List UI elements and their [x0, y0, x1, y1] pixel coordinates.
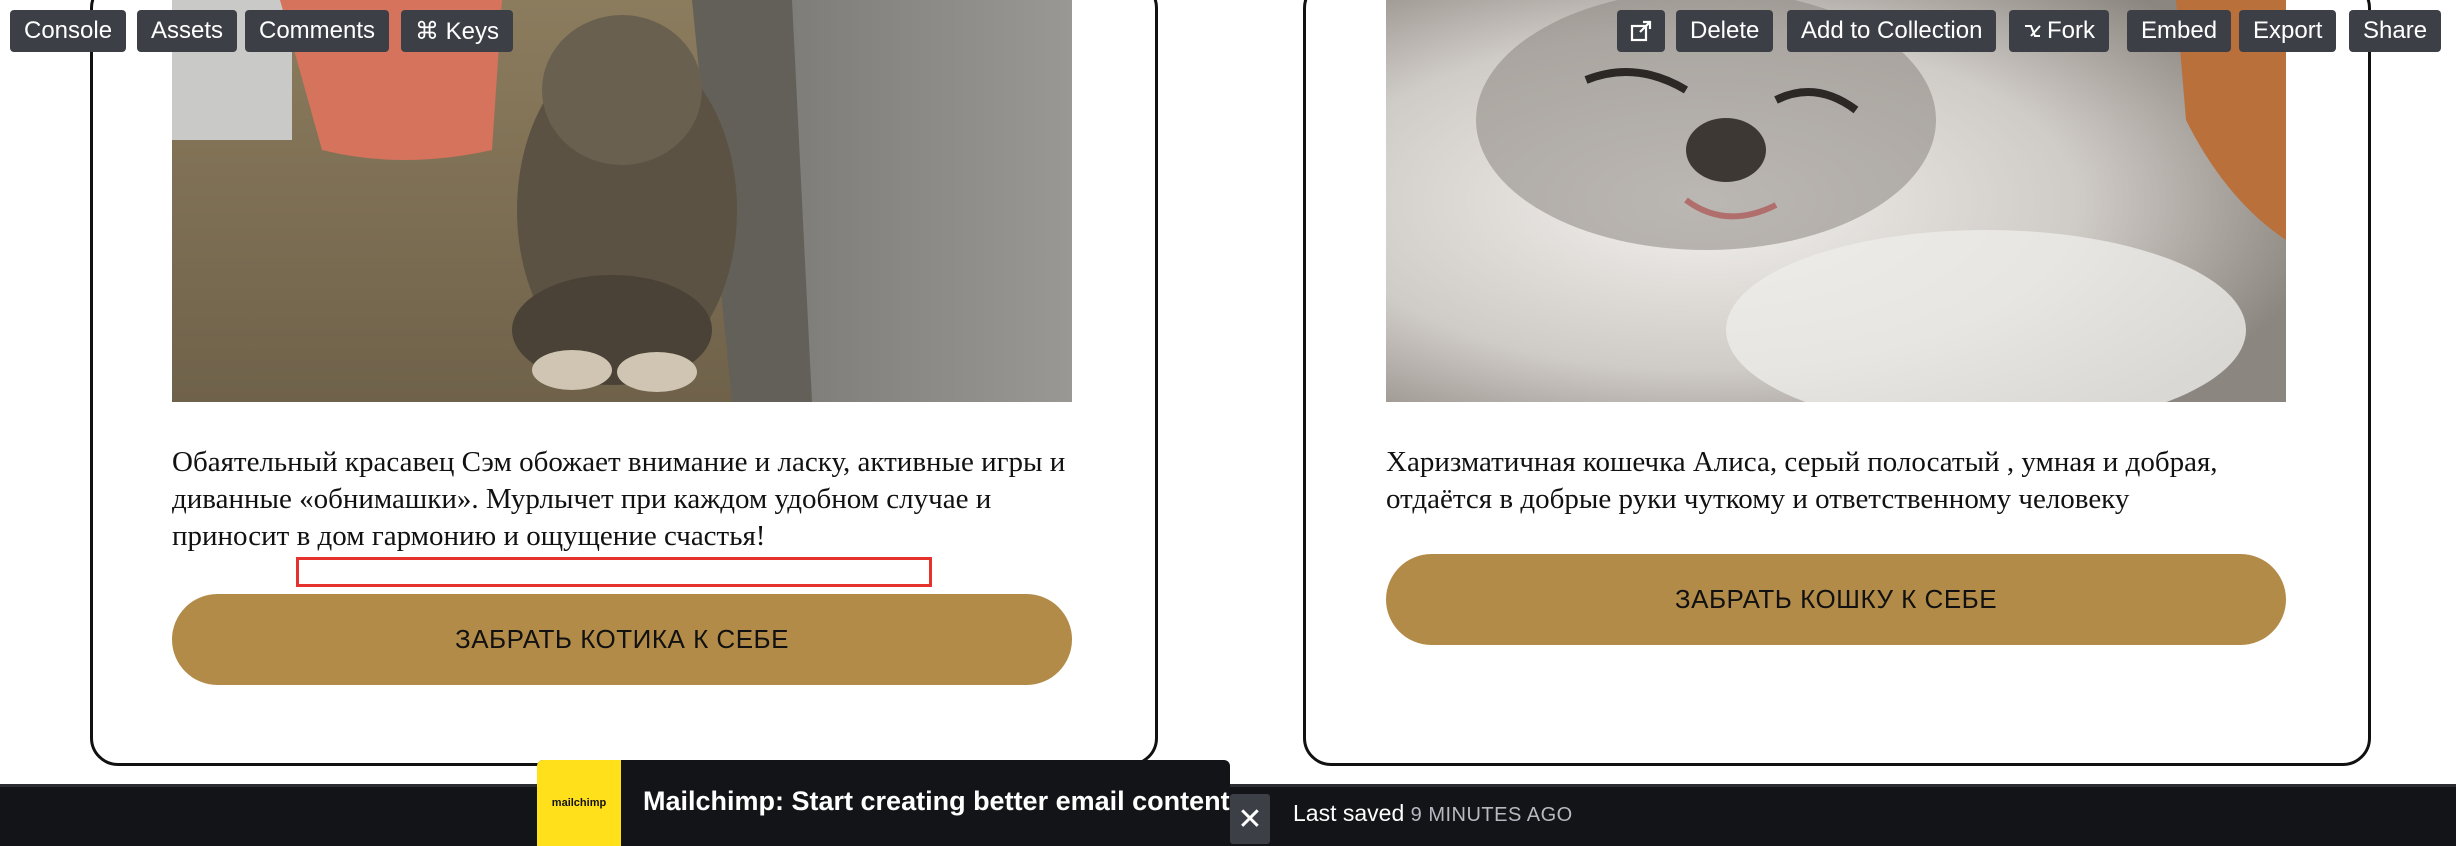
add-to-collection-button[interactable]: Add to Collection — [1787, 10, 1997, 52]
last-saved-status: Last saved 9 MINUTES AGO — [1293, 800, 1573, 827]
kitten-description-alisa: Харизматичная кошечка Алиса, серый полос… — [1386, 446, 2218, 515]
external-link-icon — [1630, 20, 1652, 42]
export-button[interactable]: Export — [2239, 10, 2337, 52]
highlight-annotation-box — [296, 557, 932, 587]
kitten-description-sam: Обаятельный красавец Сэм обожает внимани… — [172, 446, 1066, 552]
kitten-image-alisa — [1386, 0, 2286, 402]
adopt-kitten-button[interactable]: ЗАБРАТЬ КОТИКА К СЕБЕ — [172, 594, 1072, 685]
embed-button[interactable]: Embed — [2127, 10, 2232, 52]
share-button[interactable]: Share — [2349, 10, 2442, 52]
external-link-button[interactable] — [1617, 10, 1665, 52]
keys-button[interactable]: ⌘ Keys — [401, 10, 514, 52]
mailchimp-ad-banner[interactable]: mailchimp Mailchimp: Start creating bett… — [537, 760, 1230, 846]
assets-button[interactable]: Assets — [137, 10, 238, 52]
fork-icon — [2025, 25, 2041, 37]
close-icon[interactable]: ✕ — [1230, 794, 1270, 844]
mailchimp-logo-icon: mailchimp — [537, 760, 621, 846]
kitten-image-sam — [172, 0, 1072, 402]
fork-label: Fork — [2047, 17, 2095, 44]
delete-button[interactable]: Delete — [1676, 10, 1774, 52]
ad-text[interactable]: Mailchimp: Start creating better email c… — [643, 786, 1230, 817]
kitten-photo-alisa — [1386, 0, 2286, 402]
last-saved-time: 9 MINUTES AGO — [1410, 804, 1573, 826]
mailchimp-logo-text: mailchimp — [551, 797, 607, 809]
fork-button[interactable]: Fork — [2009, 10, 2109, 52]
kitten-photo-sam — [172, 0, 1072, 402]
console-button[interactable]: Console — [10, 10, 127, 52]
adopt-cat-button[interactable]: ЗАБРАТЬ КОШКУ К СЕБЕ — [1386, 554, 2286, 645]
last-saved-label: Last saved — [1293, 800, 1405, 826]
comments-button[interactable]: Comments — [245, 10, 390, 52]
